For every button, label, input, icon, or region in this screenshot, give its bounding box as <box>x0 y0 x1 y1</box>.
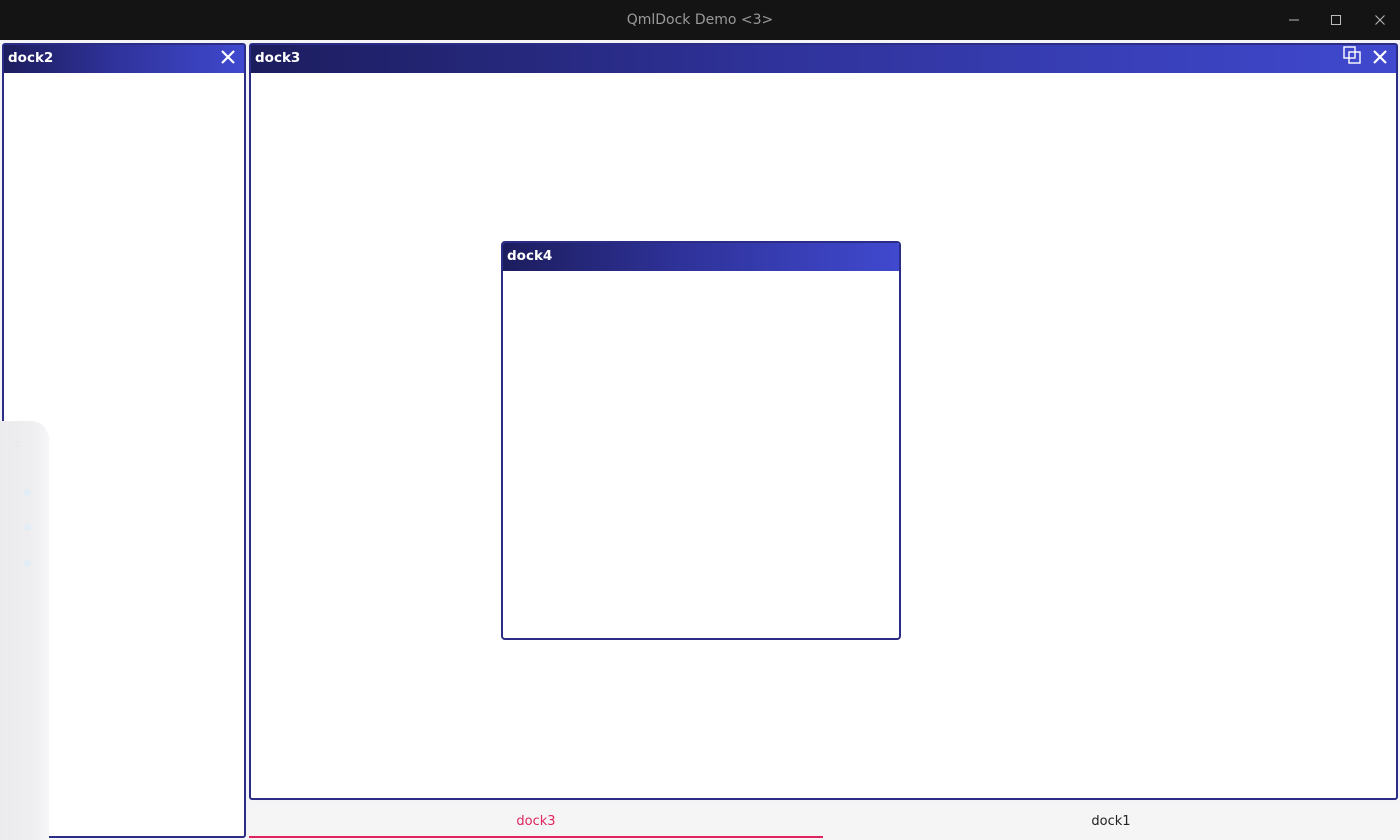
dock4-title: dock4 <box>507 248 553 264</box>
tab-dock3[interactable]: dock3 <box>249 805 823 840</box>
dock4-header[interactable]: dock4 <box>503 243 899 271</box>
tab-label: dock3 <box>516 814 556 829</box>
dock2-close-button[interactable] <box>216 47 240 71</box>
close-icon <box>1372 49 1388 69</box>
tab-label: dock1 <box>1091 814 1131 829</box>
minimize-icon <box>1288 14 1300 26</box>
app-window: QmlDock Demo <3> dock2 ⁙ dock3 dock4 doc… <box>0 0 1400 840</box>
dock3-header[interactable]: dock3 <box>251 45 1396 73</box>
dot-icon <box>24 524 31 531</box>
window-close-button[interactable] <box>1358 0 1400 40</box>
side-strip: ⁙ <box>0 421 49 840</box>
minimize-button[interactable] <box>1272 0 1316 40</box>
window-titlebar[interactable]: QmlDock Demo <3> <box>0 0 1400 40</box>
float-icon <box>1343 46 1361 68</box>
dot-icon <box>24 560 31 567</box>
dock3-close-button[interactable] <box>1368 47 1392 71</box>
grip-icon: ⁙ <box>14 439 23 450</box>
dock3-title: dock3 <box>255 50 301 66</box>
tab-dock1[interactable]: dock1 <box>824 805 1398 840</box>
dock3-float-button[interactable] <box>1340 45 1364 69</box>
window-title: QmlDock Demo <3> <box>626 12 774 28</box>
maximize-icon <box>1330 14 1342 26</box>
dock2-header[interactable]: dock2 <box>4 45 244 73</box>
dot-icon <box>24 489 31 496</box>
dock3-panel: dock3 dock4 <box>249 43 1398 800</box>
active-tab-indicator <box>249 836 823 838</box>
maximize-button[interactable] <box>1314 0 1358 40</box>
dock-tab-bar: dock3 dock1 <box>249 805 1400 840</box>
dock2-title: dock2 <box>8 50 54 66</box>
close-icon <box>1374 14 1386 26</box>
close-icon <box>220 49 236 69</box>
dock4-panel: dock4 <box>501 241 901 640</box>
